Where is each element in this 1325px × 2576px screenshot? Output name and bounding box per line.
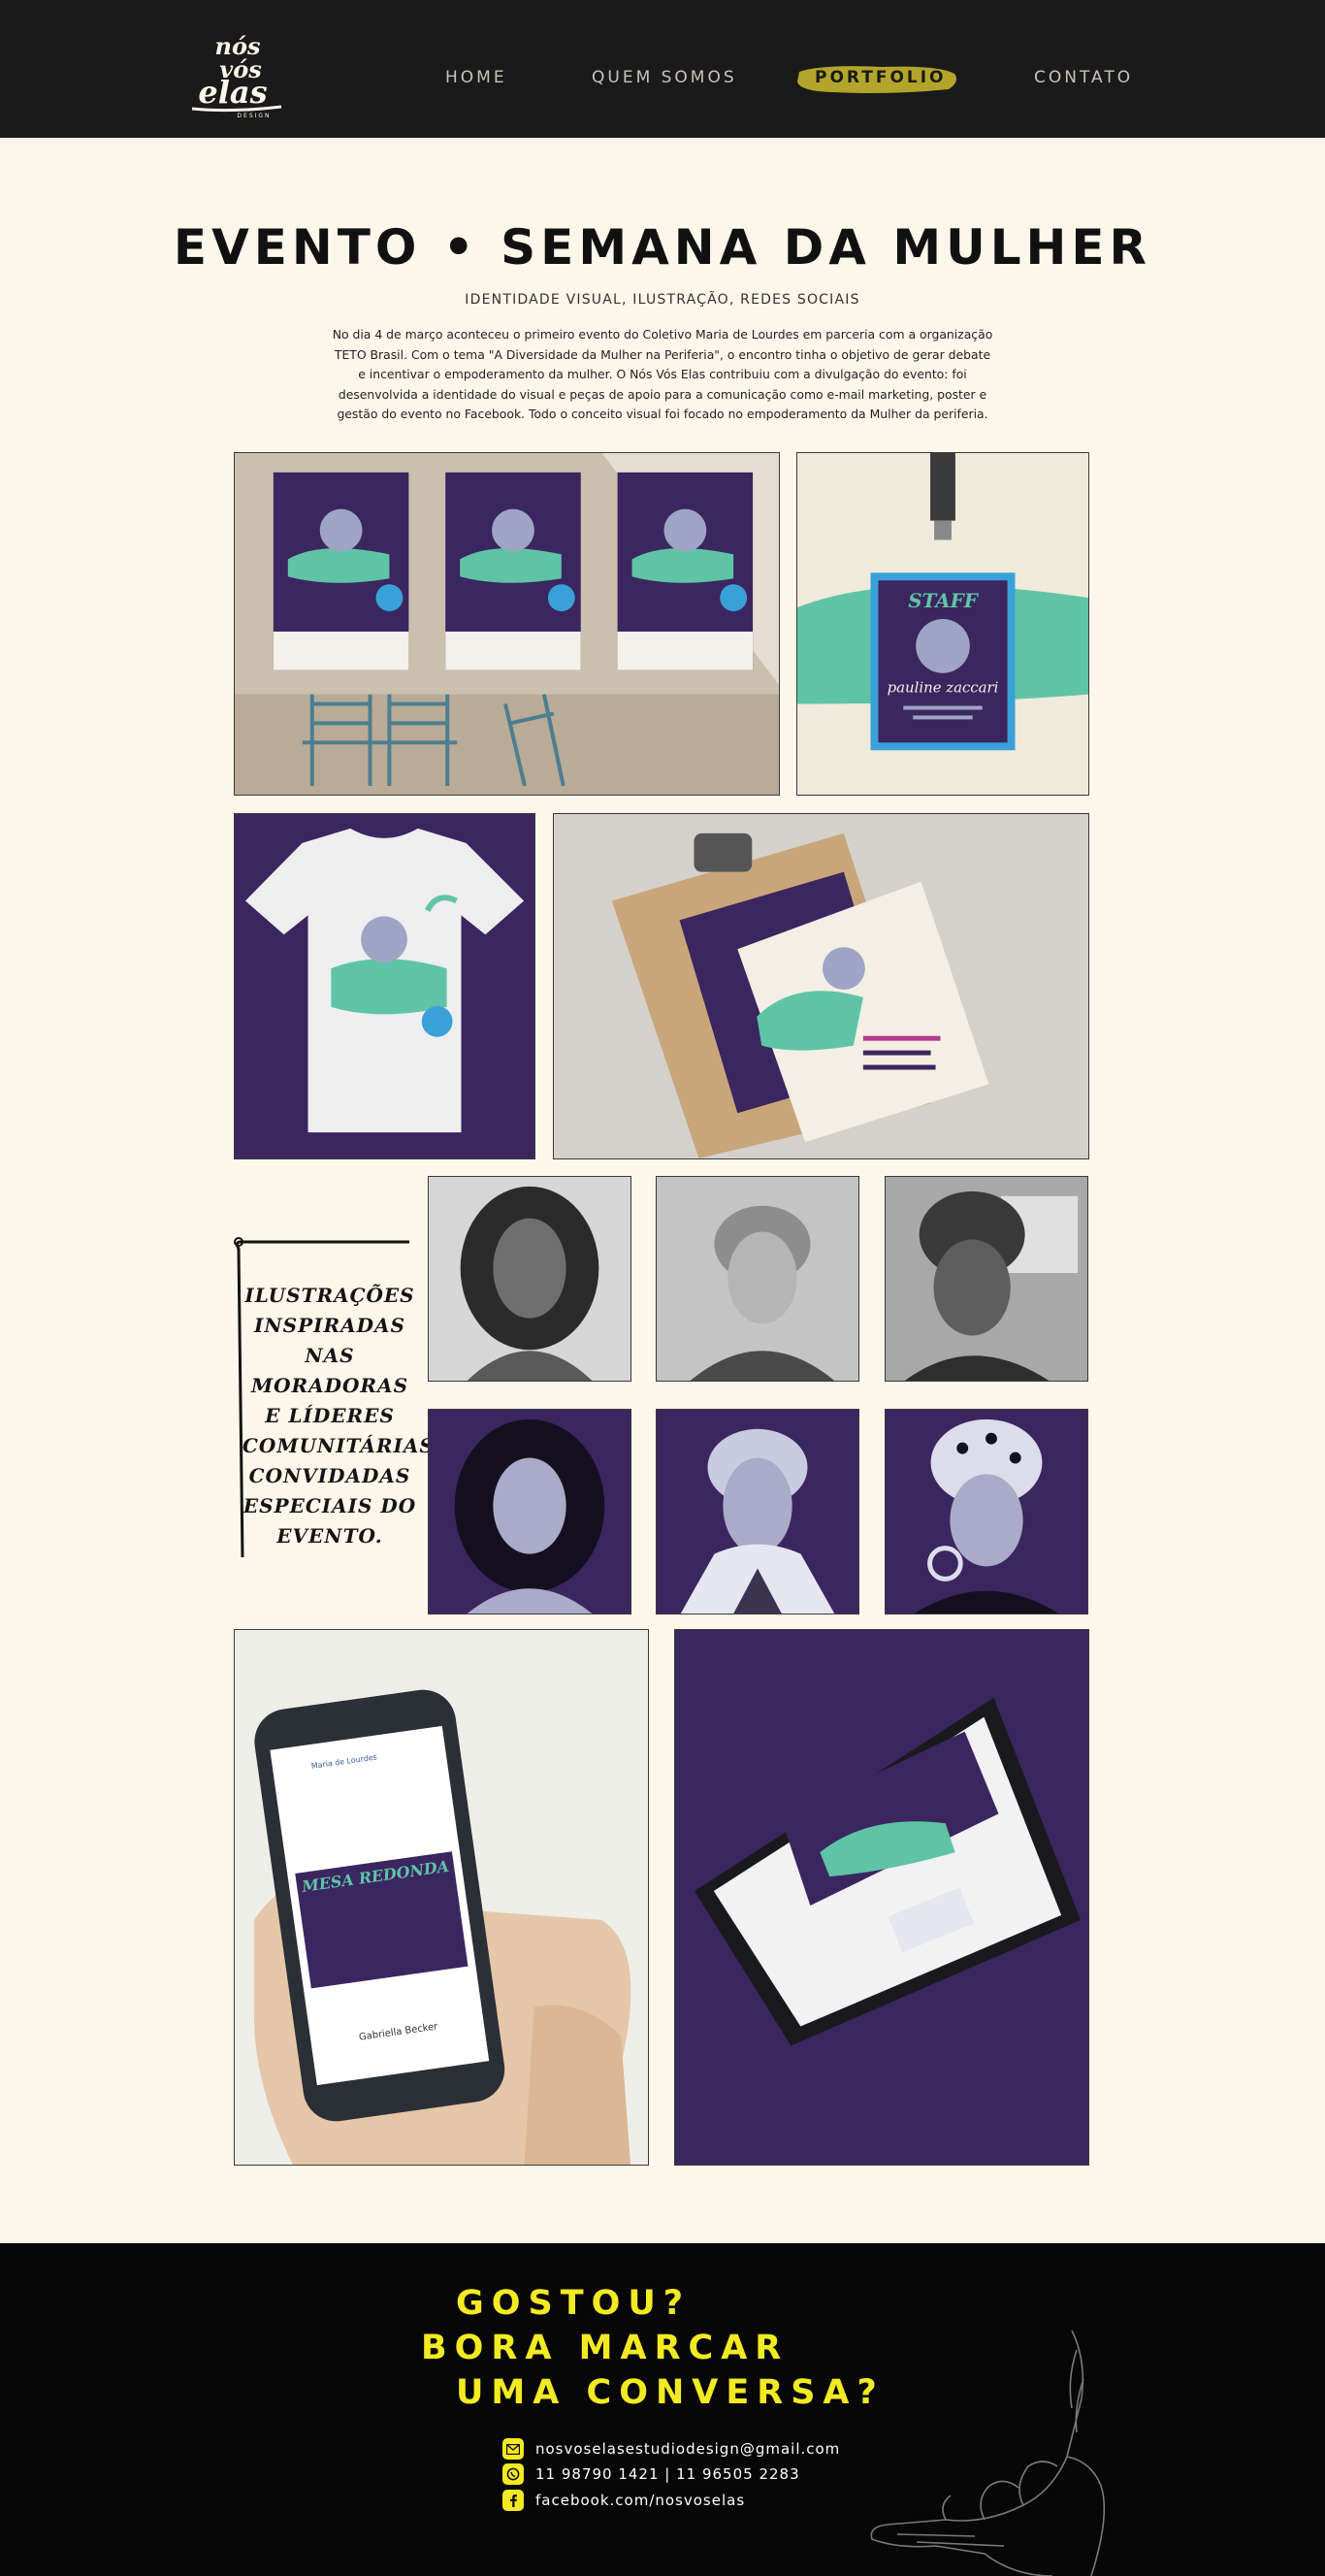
project-title: EVENTO • SEMANA DA MULHER xyxy=(173,219,1152,276)
nav-portfolio[interactable]: PORTFOLIO xyxy=(815,68,947,87)
phone-text[interactable]: 11 98790 1421 | 11 96505 2283 xyxy=(535,2465,800,2483)
description-line: e incentivar o empoderamento da mulher. … xyxy=(358,367,967,381)
badge-name: pauline zaccari xyxy=(888,679,999,697)
project-description: No dia 4 de março aconteceu o primeiro e… xyxy=(320,325,1005,425)
whatsapp-icon xyxy=(502,2463,524,2485)
contact-phone[interactable]: 11 98790 1421 | 11 96505 2283 xyxy=(502,2462,800,2486)
tablet-mockup-image[interactable] xyxy=(674,1629,1089,2166)
caption-line: ILUSTRAÇÕES xyxy=(244,1284,415,1307)
clipboard-flyer-image[interactable] xyxy=(553,813,1089,1159)
site-header: nós vós elas DESIGN HOME QUEM SOMOS PORT… xyxy=(0,0,1325,138)
email-icon xyxy=(502,2438,524,2460)
contact-email[interactable]: nosvoselasestudiodesign@gmail.com xyxy=(502,2437,840,2461)
portrait-photo-2[interactable] xyxy=(656,1176,859,1382)
caption-line: INSPIRADAS NAS xyxy=(254,1314,405,1367)
illustrations-caption: ILUSTRAÇÕES INSPIRADAS NAS MORADORAS E L… xyxy=(242,1281,443,1551)
caption-line: CONVIDADAS xyxy=(248,1464,411,1487)
description-line: desenvolvida a identidade do visual e pe… xyxy=(338,386,987,402)
badge-title: STAFF xyxy=(908,589,980,612)
description-line: No dia 4 de março aconteceu o primeiro e… xyxy=(332,327,993,342)
main-nav: HOME QUEM SOMOS PORTFOLIO CONTATO xyxy=(0,68,1325,91)
nav-quem-somos[interactable]: QUEM SOMOS xyxy=(592,68,737,87)
portrait-illustration-3[interactable] xyxy=(885,1409,1088,1614)
caption-line: EVENTO. xyxy=(276,1524,383,1548)
portrait-illustration-2[interactable] xyxy=(656,1409,859,1614)
portrait-photo-3[interactable] xyxy=(885,1176,1088,1382)
hand-illustration xyxy=(870,2330,1106,2576)
caption-line: ESPECIAIS DO xyxy=(242,1494,417,1517)
description-line: TETO Brasil. Com o tema "A Diversidade d… xyxy=(334,346,991,362)
portrait-illustration-1[interactable] xyxy=(428,1409,631,1614)
email-text[interactable]: nosvoselasestudiodesign@gmail.com xyxy=(535,2440,840,2458)
caption-line: COMUNITÁRIAS: xyxy=(242,1434,443,1457)
posters-wall-image[interactable] xyxy=(234,452,780,796)
facebook-text[interactable]: facebook.com/nosvoselas xyxy=(535,2492,745,2509)
caption-line: MORADORAS xyxy=(250,1374,409,1397)
contact-facebook[interactable]: facebook.com/nosvoselas xyxy=(502,2489,745,2512)
tshirt-image[interactable] xyxy=(234,813,535,1159)
description-line: gestão do evento no Facebook. Todo o con… xyxy=(337,407,988,421)
nav-contato[interactable]: CONTATO xyxy=(1034,68,1133,87)
caption-line: E LÍDERES xyxy=(265,1404,395,1427)
portrait-photo-1[interactable] xyxy=(428,1176,631,1382)
staff-badge-image[interactable]: STAFF pauline zaccari xyxy=(796,452,1089,796)
cta-line-3: UMA CONVERSA? xyxy=(456,2373,885,2412)
facebook-icon xyxy=(502,2490,524,2511)
cta-line-1: GOSTOU? xyxy=(456,2284,692,2323)
project-subtitle: IDENTIDADE VISUAL, ILUSTRAÇÃO, REDES SOC… xyxy=(465,292,860,308)
svg-text:DESIGN: DESIGN xyxy=(237,113,271,118)
phone-mockup-image[interactable]: MESA REDONDA Maria de Lourdes Gabriella … xyxy=(234,1629,649,2166)
nav-home[interactable]: HOME xyxy=(445,68,507,87)
cta-line-2: BORA MARCAR xyxy=(421,2329,790,2367)
